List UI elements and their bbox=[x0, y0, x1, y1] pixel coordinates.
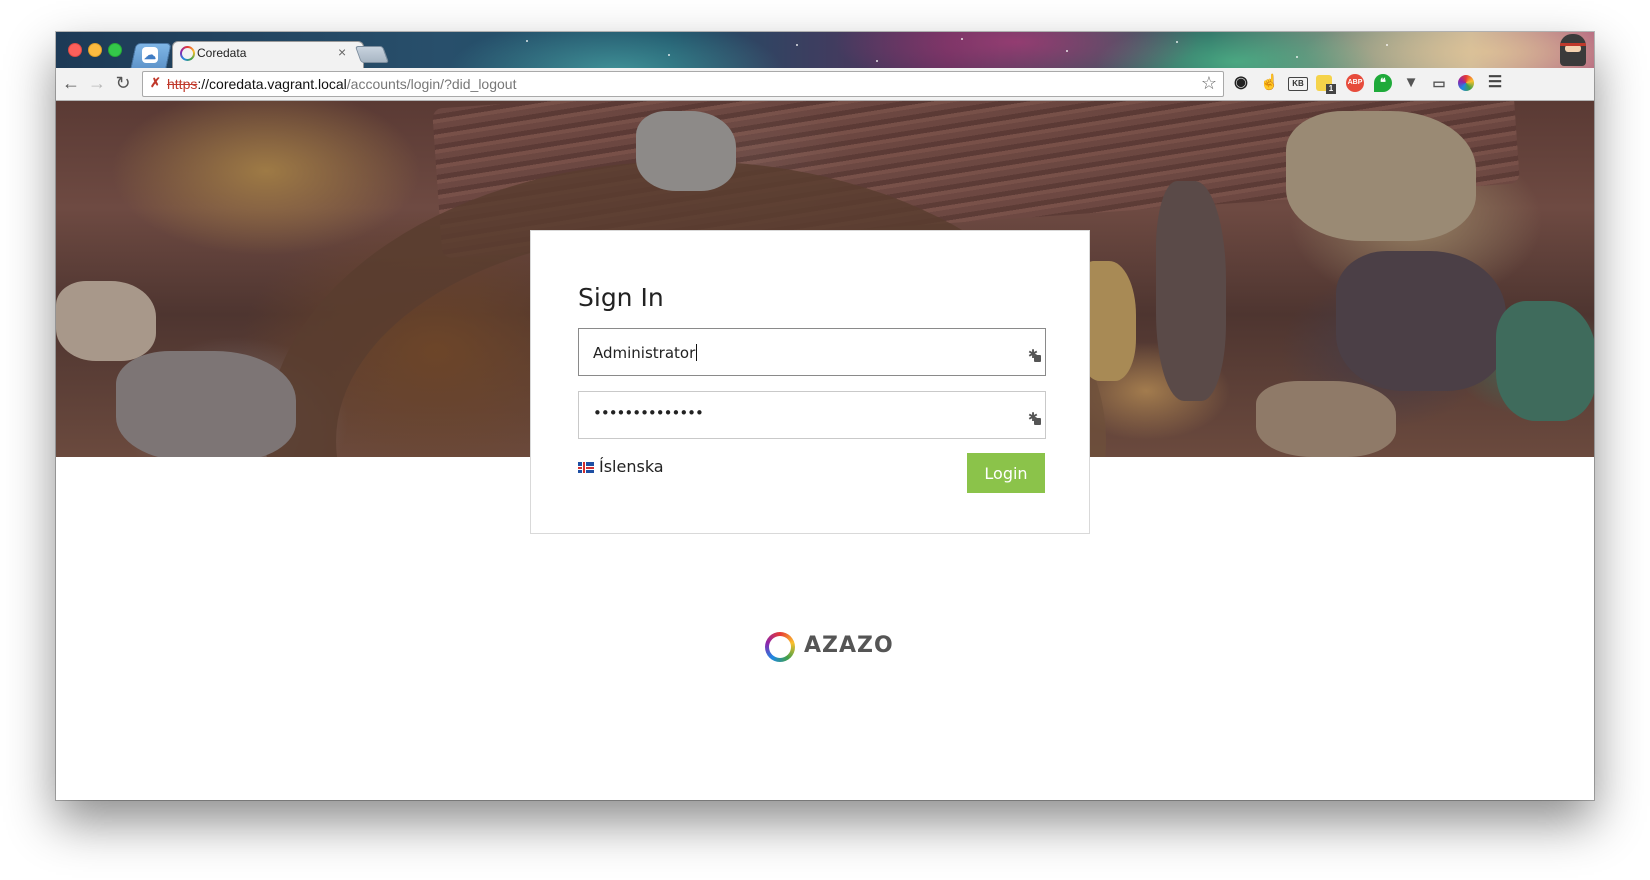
hero-rock bbox=[636, 111, 736, 191]
hangouts-icon[interactable]: ❝ bbox=[1374, 74, 1392, 92]
insecure-lock-icon: ✗ bbox=[150, 75, 161, 90]
hero-rock bbox=[1496, 301, 1594, 421]
username-value: Administrator bbox=[593, 344, 696, 362]
adblock-icon[interactable]: ABP bbox=[1346, 74, 1364, 92]
language-label: Íslenska bbox=[599, 457, 664, 476]
minimize-window-button[interactable] bbox=[88, 43, 102, 57]
tab-title: Coredata bbox=[197, 46, 247, 60]
cast-icon[interactable]: ▭ bbox=[1430, 74, 1448, 92]
login-button[interactable]: Login bbox=[967, 453, 1045, 493]
menu-icon[interactable]: ☰ bbox=[1486, 74, 1504, 92]
hero-rock bbox=[1286, 111, 1476, 241]
browser-window: ☁ Coredata × ← → ↻ ✗ https://coredata.va… bbox=[56, 32, 1594, 800]
address-bar[interactable]: ✗ https://coredata.vagrant.local/account… bbox=[142, 71, 1224, 97]
notification-count-badge: 1 bbox=[1326, 84, 1336, 94]
password-manager-icon[interactable]: ✱ bbox=[1026, 347, 1041, 362]
profile-avatar-icon[interactable] bbox=[1560, 34, 1586, 66]
iceland-flag-icon bbox=[578, 462, 594, 473]
kb-icon[interactable]: KB bbox=[1288, 77, 1308, 91]
close-window-button[interactable] bbox=[68, 43, 82, 57]
pinned-tab-icon: ☁ bbox=[142, 47, 158, 63]
text-caret bbox=[696, 344, 698, 361]
bookmark-star-icon[interactable]: ☆ bbox=[1201, 73, 1217, 94]
hero-rock bbox=[1336, 251, 1506, 391]
hero-rock bbox=[1156, 181, 1226, 401]
hero-rock bbox=[56, 281, 156, 361]
zoom-window-button[interactable] bbox=[108, 43, 122, 57]
pocket-icon[interactable]: ▼ bbox=[1402, 74, 1420, 92]
github-icon[interactable]: ◉ bbox=[1232, 74, 1250, 92]
tab-strip: ☁ Coredata × bbox=[56, 32, 1594, 69]
sign-in-title: Sign In bbox=[578, 283, 664, 312]
hero-rock bbox=[116, 351, 296, 457]
password-manager-icon[interactable]: ✱ bbox=[1026, 410, 1041, 425]
tab-close-icon[interactable]: × bbox=[338, 44, 346, 60]
username-input[interactable]: Administrator ✱ bbox=[578, 328, 1046, 376]
url-host: ://coredata.vagrant.local bbox=[197, 76, 347, 92]
url-text[interactable]: https://coredata.vagrant.local/accounts/… bbox=[167, 76, 516, 92]
browser-toolbar: ← → ↻ ✗ https://coredata.vagrant.local/a… bbox=[56, 68, 1594, 101]
coredata-favicon-icon bbox=[180, 46, 195, 61]
forward-button[interactable]: → bbox=[86, 72, 108, 94]
language-selector[interactable]: Íslenska bbox=[578, 457, 664, 476]
new-tab-button[interactable] bbox=[354, 46, 390, 63]
hero-rock bbox=[1256, 381, 1396, 457]
url-path: /accounts/login/?did_logout bbox=[346, 76, 517, 92]
page-content: Sign In Administrator ✱ •••••••••••••• ✱… bbox=[56, 101, 1594, 800]
password-input[interactable]: •••••••••••••• ✱ bbox=[578, 391, 1046, 439]
password-value: •••••••••••••• bbox=[593, 404, 704, 422]
back-button[interactable]: ← bbox=[60, 72, 82, 94]
like-icon[interactable]: ☝ bbox=[1260, 74, 1279, 92]
reload-button[interactable]: ↻ bbox=[112, 72, 134, 94]
azazo-logo-icon bbox=[765, 632, 795, 662]
color-picker-icon[interactable] bbox=[1458, 75, 1474, 91]
sign-in-card: Sign In Administrator ✱ •••••••••••••• ✱… bbox=[530, 230, 1090, 534]
url-scheme: https bbox=[167, 76, 198, 92]
brand-name: AZAZO bbox=[804, 633, 894, 658]
